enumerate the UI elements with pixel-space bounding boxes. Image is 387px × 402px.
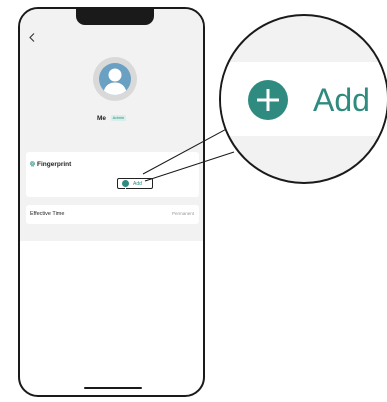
home-indicator bbox=[84, 387, 142, 389]
zoom-add-label: Add bbox=[313, 82, 370, 118]
phone-frame: Me Admin Fingerprint Add Effective Time … bbox=[18, 7, 205, 397]
effective-time-label: Effective Time bbox=[30, 211, 65, 217]
profile-name-row: Me Admin bbox=[20, 115, 203, 123]
plus-circle-icon bbox=[122, 180, 129, 192]
phone-notch bbox=[76, 9, 154, 25]
back-icon[interactable] bbox=[29, 33, 35, 45]
avatar bbox=[93, 57, 137, 101]
fingerprint-icon bbox=[30, 161, 35, 167]
admin-badge: Admin bbox=[110, 115, 127, 122]
add-button-label: Add bbox=[133, 181, 142, 187]
user-avatar-icon bbox=[99, 63, 131, 95]
effective-time-value: Permanent bbox=[171, 211, 194, 216]
effective-time-row[interactable]: Effective Time Permanent bbox=[26, 205, 199, 224]
stage: Me Admin Fingerprint Add Effective Time … bbox=[0, 0, 387, 402]
profile-name: Me bbox=[96, 115, 106, 122]
add-fingerprint-button[interactable]: Add bbox=[117, 178, 153, 192]
fingerprint-card: Fingerprint Add bbox=[26, 152, 199, 197]
fingerprint-title-text: Fingerprint bbox=[37, 161, 72, 168]
zoom-bubble: Add bbox=[219, 14, 387, 184]
fingerprint-title: Fingerprint bbox=[30, 161, 71, 169]
plus-circle-icon bbox=[248, 80, 288, 120]
